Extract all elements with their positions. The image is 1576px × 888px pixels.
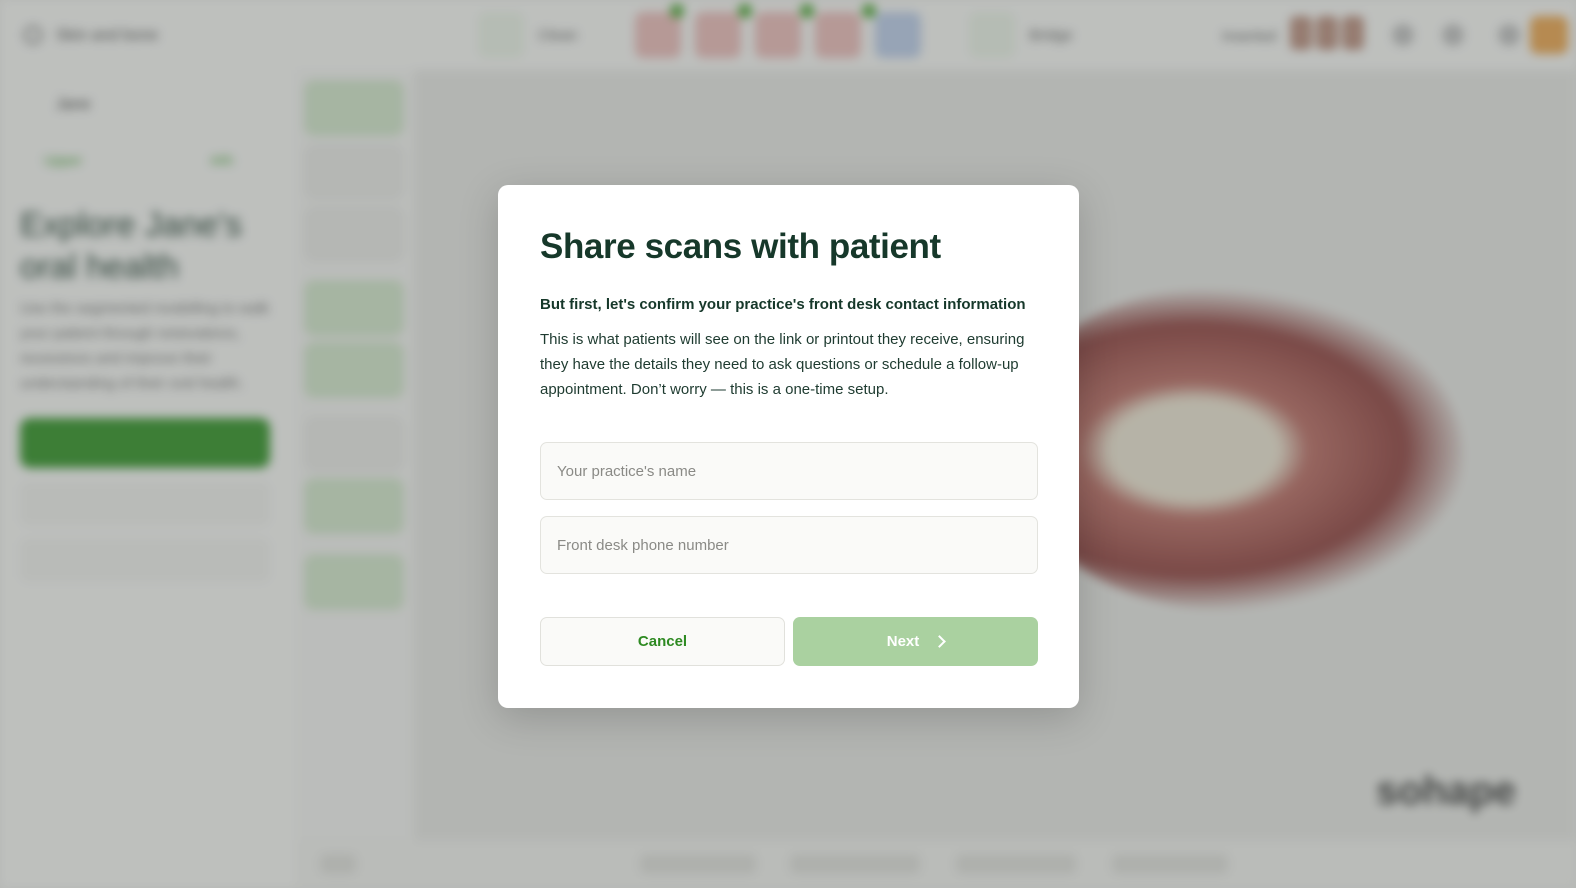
cancel-button[interactable]: Cancel xyxy=(540,617,785,666)
dialog-title: Share scans with patient xyxy=(540,227,941,266)
next-button[interactable]: Next xyxy=(793,617,1038,666)
share-scans-dialog: Share scans with patient But first, let'… xyxy=(498,185,1079,708)
practice-name-input[interactable] xyxy=(540,442,1038,500)
dialog-description: This is what patients will see on the li… xyxy=(540,331,1025,398)
front-desk-phone-input[interactable] xyxy=(540,516,1038,574)
cancel-button-label: Cancel xyxy=(637,633,688,650)
next-button-label: Next xyxy=(886,633,920,650)
dialog-subtitle: But first, let's confirm your practice's… xyxy=(540,296,1026,313)
chevron-right-icon xyxy=(933,635,947,648)
